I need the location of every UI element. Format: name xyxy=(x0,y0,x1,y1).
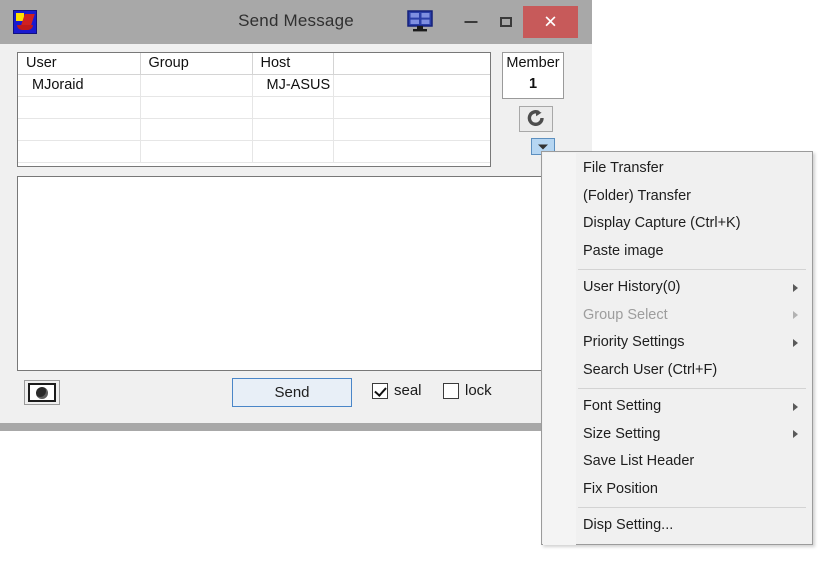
table-row[interactable]: MJoraid MJ-ASUS xyxy=(18,74,490,97)
refresh-button[interactable] xyxy=(519,106,553,132)
menu-item-size-setting[interactable]: Size Setting xyxy=(542,421,812,449)
refresh-icon xyxy=(526,109,546,130)
cell-host xyxy=(252,96,334,119)
column-header-extra[interactable] xyxy=(333,53,490,75)
capture-button[interactable] xyxy=(24,380,60,405)
menu-item-label: User History(0) xyxy=(583,279,681,295)
monitor-icon[interactable] xyxy=(407,10,433,32)
table-row[interactable] xyxy=(18,140,490,163)
user-list-table[interactable]: User Group Host MJoraid MJ-ASUS xyxy=(17,52,491,167)
menu-item-group-select: Group Select xyxy=(542,302,812,330)
menu-item-priority-settings[interactable]: Priority Settings xyxy=(542,329,812,357)
menu-item-search-user[interactable]: Search User (Ctrl+F) xyxy=(542,357,812,385)
menu-item-label: Fix Position xyxy=(583,480,658,497)
column-header-host[interactable]: Host xyxy=(252,53,334,75)
menu-item-label: Size Setting xyxy=(583,425,661,442)
menu-item-label: (Folder) Transfer xyxy=(583,187,691,204)
column-header-user[interactable]: User xyxy=(18,53,141,75)
cell-group xyxy=(140,96,253,119)
cell-user: MJoraid xyxy=(18,74,141,97)
cell-extra xyxy=(333,140,490,163)
window-body: User Group Host MJoraid MJ-ASUS Member 1… xyxy=(0,44,592,423)
menu-item-user-history[interactable]: User History(0) xyxy=(542,274,812,302)
menu-item-paste-image[interactable]: Paste image xyxy=(542,238,812,266)
menu-item-label: File Transfer xyxy=(583,160,664,176)
menu-item-label: Disp Setting... xyxy=(583,517,674,533)
table-row[interactable] xyxy=(18,96,490,119)
maximize-button[interactable] xyxy=(488,4,523,40)
menu-item-fix-position[interactable]: Fix Position xyxy=(542,476,812,504)
chevron-right-icon xyxy=(793,311,798,320)
table-header-row: User Group Host xyxy=(18,53,490,75)
table-row[interactable] xyxy=(18,118,490,141)
minimize-button[interactable] xyxy=(453,4,488,40)
chevron-right-icon xyxy=(793,338,798,347)
cell-user xyxy=(18,96,141,119)
cell-extra xyxy=(333,118,490,141)
seal-checkbox-label: seal xyxy=(394,382,422,399)
menu-item-save-list-header[interactable]: Save List Header xyxy=(542,448,812,476)
cell-user xyxy=(18,140,141,163)
menu-item-disp-setting[interactable]: Disp Setting... xyxy=(542,512,812,540)
window-title-bar[interactable]: Send Message ✕ xyxy=(0,0,592,44)
chevron-right-icon xyxy=(793,283,798,292)
seal-checkbox[interactable]: seal xyxy=(372,382,422,399)
chevron-down-icon xyxy=(538,144,548,149)
cell-host xyxy=(252,140,334,163)
chevron-right-icon xyxy=(793,430,798,439)
cell-host xyxy=(252,118,334,141)
bottom-toolbar: Send seal lock xyxy=(17,376,543,412)
send-message-window: Send Message ✕ User Group Host MJoraid M… xyxy=(0,0,592,431)
close-icon: ✕ xyxy=(543,12,558,32)
cell-extra xyxy=(333,74,490,97)
message-input[interactable] xyxy=(17,176,543,371)
column-header-group[interactable]: Group xyxy=(140,53,253,75)
cell-group xyxy=(140,74,253,97)
member-count-box: Member 1 xyxy=(502,52,564,99)
lock-checkbox-label: lock xyxy=(465,382,492,399)
minimize-icon xyxy=(464,21,477,23)
menu-item-label: Paste image xyxy=(583,242,664,259)
window-bottom-border xyxy=(0,423,592,431)
camera-icon xyxy=(28,383,56,402)
cell-user xyxy=(18,118,141,141)
member-count: 1 xyxy=(528,76,538,92)
cell-extra xyxy=(333,96,490,119)
menu-item-folder-transfer[interactable]: (Folder) Transfer xyxy=(542,183,812,211)
seal-checkbox-box[interactable] xyxy=(372,382,388,399)
menu-separator xyxy=(578,507,806,508)
cell-group xyxy=(140,118,253,141)
menu-item-label: Priority Settings xyxy=(583,334,685,350)
menu-item-display-capture[interactable]: Display Capture (Ctrl+K) xyxy=(542,210,812,238)
maximize-icon xyxy=(499,17,512,27)
cell-group xyxy=(140,140,253,163)
ipmsg-app-icon xyxy=(13,10,37,34)
menu-item-label: Search User (Ctrl+F) xyxy=(583,361,718,378)
lock-checkbox[interactable]: lock xyxy=(443,382,492,399)
menu-item-label: Display Capture (Ctrl+K) xyxy=(583,215,741,231)
menu-item-label: Save List Header xyxy=(583,453,695,469)
menu-separator xyxy=(578,269,806,270)
menu-item-label: Font Setting xyxy=(583,398,662,414)
lock-checkbox-box[interactable] xyxy=(443,382,459,399)
chevron-right-icon xyxy=(793,402,798,411)
cell-host: MJ-ASUS xyxy=(252,74,334,97)
context-menu: File Transfer (Folder) Transfer Display … xyxy=(541,151,813,545)
send-button[interactable]: Send xyxy=(232,378,352,407)
member-label: Member xyxy=(506,55,560,71)
menu-separator xyxy=(578,388,806,389)
menu-item-file-transfer[interactable]: File Transfer xyxy=(542,155,812,183)
close-button[interactable]: ✕ xyxy=(523,6,578,38)
menu-item-font-setting[interactable]: Font Setting xyxy=(542,393,812,421)
menu-item-label: Group Select xyxy=(583,306,668,323)
